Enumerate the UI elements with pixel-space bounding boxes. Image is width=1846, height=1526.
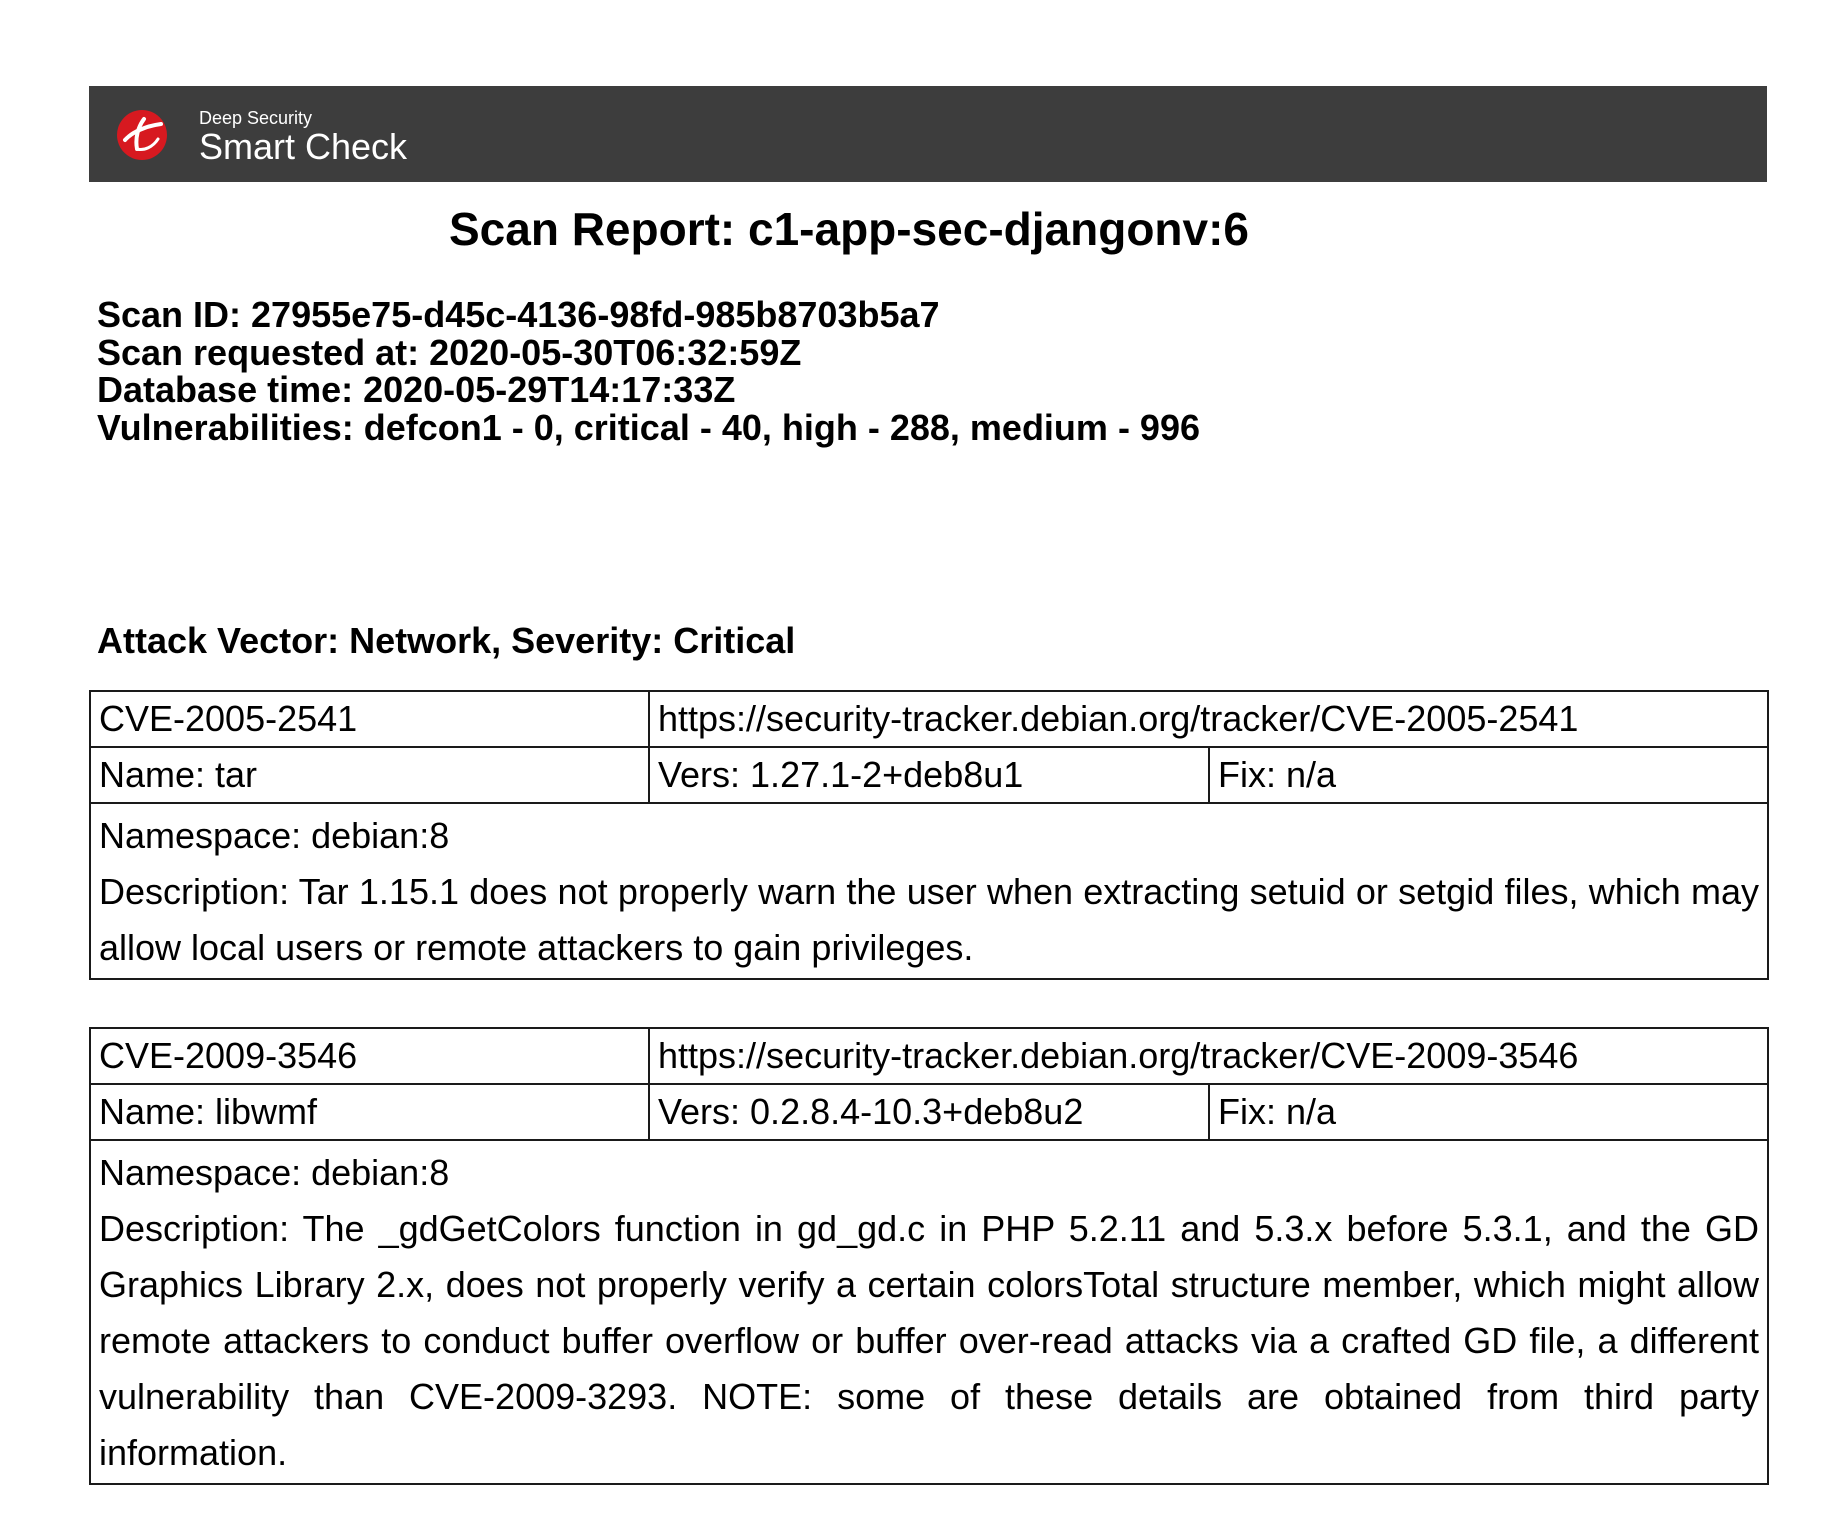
scan-id: Scan ID: 27955e75-d45c-4136-98fd-985b870… xyxy=(97,294,940,335)
cve-header-row: CVE-2009-3546 https://security-tracker.d… xyxy=(89,1027,1770,1085)
package-fix: Fix: n/a xyxy=(1207,1083,1770,1141)
detail-row: Namespace: debian:8 Description: Tar 1.1… xyxy=(88,802,1770,980)
section-heading: Attack Vector: Network, Severity: Critic… xyxy=(97,620,796,661)
brand-subtitle: Deep Security xyxy=(199,108,313,128)
scan-requested-at: Scan requested at: 2020-05-30T06:32:59Z xyxy=(97,331,802,373)
cve-detail-cell: Namespace: debian:8 Description: The _gd… xyxy=(88,1139,1770,1485)
package-version: Vers: 0.2.8.4-10.3+deb8u2 xyxy=(648,1083,1210,1141)
package-version: Vers: 1.27.1-2+deb8u1 xyxy=(648,746,1210,804)
cve-table: CVE-2009-3546 https://security-tracker.d… xyxy=(88,1027,1770,1485)
description: Description: The _gdGetColors function i… xyxy=(99,1208,1760,1473)
package-name: Name: tar xyxy=(89,746,650,804)
cve-detail-cell: Namespace: debian:8 Description: Tar 1.1… xyxy=(88,802,1770,980)
database-time: Database time: 2020-05-29T14:17:33Z xyxy=(97,369,736,410)
header-banner: Deep Security Smart Check xyxy=(89,86,1767,182)
package-row: Name: libwmf Vers: 0.2.8.4-10.3+deb8u2 F… xyxy=(89,1083,1770,1141)
package-row: Name: tar Vers: 1.27.1-2+deb8u1 Fix: n/a xyxy=(89,746,1770,804)
report-page: Deep Security Smart Check Scan Report: c… xyxy=(88,86,1770,1485)
package-fix: Fix: n/a xyxy=(1207,746,1770,804)
cve-table: CVE-2005-2541 https://security-tracker.d… xyxy=(88,690,1770,980)
page-title: Scan Report: c1-app-sec-djangonv:6 xyxy=(448,203,1250,255)
brand-title: Smart Check xyxy=(199,126,408,167)
cve-header-row: CVE-2005-2541 https://security-tracker.d… xyxy=(89,690,1770,748)
detail-row: Namespace: debian:8 Description: The _gd… xyxy=(88,1139,1770,1485)
cve-id: CVE-2005-2541 xyxy=(89,690,650,748)
scan-summary: Scan ID: 27955e75-d45c-4136-98fd-985b870… xyxy=(97,296,1200,446)
cve-id: CVE-2009-3546 xyxy=(89,1027,650,1085)
namespace: Namespace: debian:8 xyxy=(99,1152,450,1193)
cve-url: https://security-tracker.debian.org/trac… xyxy=(647,1027,1770,1085)
cve-url: https://security-tracker.debian.org/trac… xyxy=(647,690,1770,748)
package-name: Name: libwmf xyxy=(89,1083,650,1141)
vulnerability-counts: Vulnerabilities: defcon1 - 0, critical -… xyxy=(97,406,1200,448)
trend-micro-logo-icon xyxy=(117,110,167,160)
description: Description: Tar 1.15.1 does not properl… xyxy=(99,871,1760,968)
namespace: Namespace: debian:8 xyxy=(99,815,450,856)
